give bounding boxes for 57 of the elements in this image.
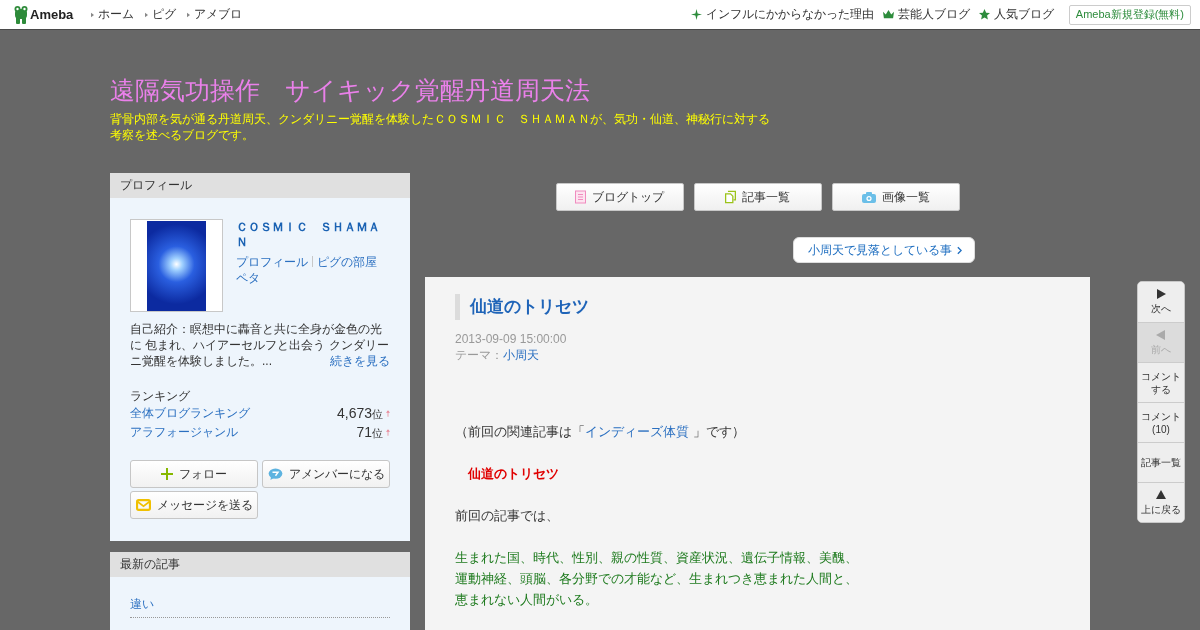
nav-link[interactable]: ピグ [145,6,177,23]
image-list-button[interactable]: 画像一覧 [831,183,960,211]
up-triangle-icon [1156,489,1166,500]
article-title[interactable]: 仙道のトリセツ [455,294,1060,320]
card-heading: 最新の記事 [110,552,410,577]
card-heading: プロフィール [110,173,410,198]
theme-label: テーマ： [455,348,503,362]
profile-nav-link[interactable]: ペタ [236,271,260,285]
frog-icon [14,5,28,24]
caret-icon [187,11,191,18]
rank-value: 71位 [356,424,383,441]
message-button[interactable]: メッセージを送る [130,491,258,519]
next-entry-link[interactable]: 小周天で見落としている事 [793,237,975,263]
ranking-link[interactable]: アラフォージャンル [130,424,357,441]
crown-icon [882,9,894,20]
sparkle-icon [690,9,702,20]
envelope-icon [135,499,151,511]
article-paragraph: （前回の関連記事は「インディーズ体質 」です） [455,423,746,441]
article-link[interactable]: インディーズ体質 [585,424,689,439]
profile-name[interactable]: ＣＯＳＭＩＣ ＳＨＡＭＡＮ [236,220,390,250]
header-link[interactable]: 芸能人ブログ [882,6,970,23]
follow-button[interactable]: フォロー [130,460,258,488]
back-to-top-button[interactable]: 上に戻る [1138,482,1184,522]
ranking-link[interactable]: 全体ブログランキング [130,405,337,422]
star-icon [978,9,990,20]
theme-link[interactable]: 小周天 [503,348,539,362]
read-more-link[interactable]: 続きを見る [330,353,390,369]
blog-description: 背骨内部を気が通る丹道周天、クンダリニー覚醒を体験したＣＯＳＭＩＣ ＳＨＡＭＡＮが、気功・仙道、神秘行に対する考察を述べるブログです。 [110,111,771,143]
article-subheading: 仙道のトリセツ [466,465,560,483]
nav-link[interactable]: アメブロ [187,6,243,23]
camera-icon [861,191,876,203]
profile-nav-link[interactable]: ピグの部屋 [317,255,377,269]
page-icon [575,190,586,204]
logo-link[interactable]: Ameba [14,5,74,24]
rank-value: 4,673位 [336,405,383,422]
chevron-right-icon [957,245,962,255]
article-paragraph: 生まれた国、時代、性別、親の性質、資産状況、遺伝子情報、美醜、 運動神経、頭脳、各分野での才能など、生まれつき恵まれた人間と、 恵まれない人間がいる。 [455,549,859,609]
left-triangle-icon [1156,329,1166,340]
amember-button[interactable]: アメンバーになる [262,460,390,488]
caret-icon [91,11,95,18]
signup-button[interactable]: Ameba新規登録(無料) [1068,4,1191,25]
profile-nav-link[interactable]: プロフィール [236,255,308,269]
article-paragraph: 前回の記事では、 [455,507,560,525]
plus-icon [161,468,173,480]
ranking-heading: ランキング [130,388,191,404]
header-link[interactable]: 人気ブログ [978,6,1054,23]
nav-link[interactable]: ホーム [91,6,135,23]
documents-icon [725,190,736,204]
speech-bubble-icon [267,468,283,480]
article-date: 2013-09-09 15:00:00 [455,331,568,347]
profile-intro: 自己紹介：瞑想中に轟音と共に全身が金色の光に 包まれ、ハイアーセルフと出会う クンダリーニ覚醒を体験しました。... 続きを見る [130,321,390,369]
header-link[interactable]: インフルにかからなかった理由 [690,6,874,23]
blog-top-button[interactable]: ブログトップ [555,183,684,211]
caret-icon [145,11,149,18]
right-triangle-icon [1156,289,1166,299]
entry-list-button[interactable]: 記事一覧 [693,183,822,211]
entry-link[interactable]: 違い [130,597,154,611]
